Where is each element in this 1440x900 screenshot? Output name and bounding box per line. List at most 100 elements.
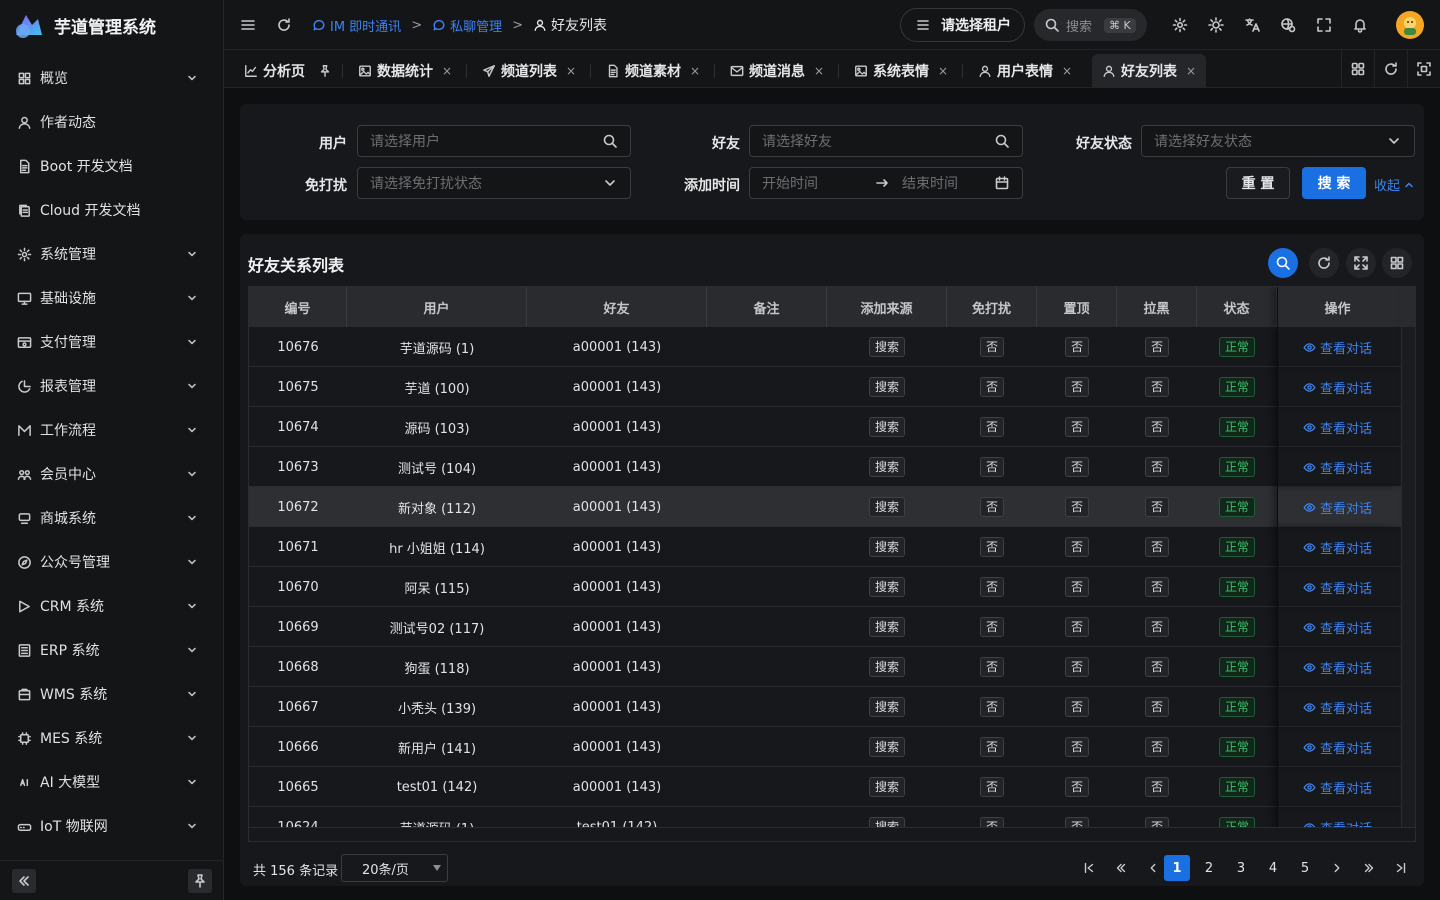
sidebar-item-1[interactable]: 作者动态 xyxy=(0,100,224,144)
sidebar-item-6[interactable]: 支付管理 xyxy=(0,320,224,364)
table-row[interactable]: 10672 新对象 (112) a00001 (143) 搜索 否 否 否 正常 查看对话 xyxy=(249,487,1401,527)
dnd-filter-select[interactable]: 请选择免打扰状态 xyxy=(357,167,631,199)
table-row[interactable]: 10669 测试号02 (117) a00001 (143) 搜索 否 否 否 正常 查看对话 xyxy=(249,607,1401,647)
pin-sidebar-button[interactable] xyxy=(188,869,212,893)
page-number-2[interactable]: 2 xyxy=(1196,855,1222,881)
table-row[interactable]: 10666 新用户 (141) a00001 (143) 搜索 否 否 否 正常 查看对话 xyxy=(249,727,1401,767)
table-row[interactable]: 10671 hr 小姐姐 (114) a00001 (143) 搜索 否 否 否 正常 查看对话 xyxy=(249,527,1401,567)
global-search[interactable]: 搜索 ⌘ K xyxy=(1034,9,1147,41)
sidebar-item-7[interactable]: 报表管理 xyxy=(0,364,224,408)
tab-3[interactable]: 频道素材 × xyxy=(596,54,710,88)
tab-close-button[interactable]: × xyxy=(814,64,824,78)
table-row[interactable]: 10667 小秃头 (139) a00001 (143) 搜索 否 否 否 正常 查看对话 xyxy=(249,687,1401,727)
first-page-button[interactable] xyxy=(1076,855,1102,881)
toggle-search-button[interactable] xyxy=(1268,248,1298,278)
table-row[interactable]: 10665 test01 (142) a00001 (143) 搜索 否 否 否 正常 查看对话 xyxy=(249,767,1401,807)
sidebar-item-10[interactable]: 商城系统 xyxy=(0,496,224,540)
sidebar-item-16[interactable]: AI 大模型 xyxy=(0,760,224,804)
tab-0[interactable]: 分析页 xyxy=(234,54,342,88)
view-conversation-link[interactable]: 查看对话 xyxy=(1303,738,1372,757)
table-row[interactable]: 10668 狗蛋 (118) a00001 (143) 搜索 否 否 否 正常 查看对话 xyxy=(249,647,1401,687)
page-number-3[interactable]: 3 xyxy=(1228,855,1254,881)
table-row[interactable]: 10676 芋道源码 (1) a00001 (143) 搜索 否 否 否 正常 查看对话 xyxy=(249,327,1401,367)
view-conversation-link[interactable]: 查看对话 xyxy=(1303,538,1372,557)
sidebar-item-13[interactable]: ERP 系统 xyxy=(0,628,224,672)
view-conversation-link[interactable]: 查看对话 xyxy=(1303,418,1372,437)
user-avatar[interactable] xyxy=(1396,11,1424,39)
tab-refresh-button[interactable] xyxy=(1374,50,1407,88)
end-time-placeholder[interactable]: 结束时间 xyxy=(894,173,994,193)
sidebar-item-8[interactable]: 工作流程 xyxy=(0,408,224,452)
pin-icon[interactable] xyxy=(318,64,332,78)
tab-1[interactable]: 数据统计 × xyxy=(348,54,462,88)
start-time-placeholder[interactable]: 开始时间 xyxy=(762,173,870,193)
table-row[interactable]: 10674 源码 (103) a00001 (143) 搜索 否 否 否 正常 查看对话 xyxy=(249,407,1401,447)
tab-close-button[interactable]: × xyxy=(690,64,700,78)
sidebar-item-12[interactable]: CRM 系统 xyxy=(0,584,224,628)
table-row[interactable]: 10670 阿呆 (115) a00001 (143) 搜索 否 否 否 正常 查看对话 xyxy=(249,567,1401,607)
table-refresh-button[interactable] xyxy=(1309,248,1339,278)
sidebar-item-4[interactable]: 系统管理 xyxy=(0,232,224,276)
view-conversation-link[interactable]: 查看对话 xyxy=(1303,818,1372,827)
reset-button[interactable]: 重 置 xyxy=(1226,167,1290,199)
table-row[interactable]: 10624 芋道源码 (1) test01 (142) 搜索 否 否 否 正常 查看对话 xyxy=(249,807,1401,827)
timezone-button[interactable] xyxy=(1276,13,1300,37)
user-filter-select[interactable]: 请选择用户 xyxy=(357,125,631,157)
view-conversation-link[interactable]: 查看对话 xyxy=(1303,618,1372,637)
view-conversation-link[interactable]: 查看对话 xyxy=(1303,338,1372,357)
sidebar-item-17[interactable]: IoT 物联网 xyxy=(0,804,224,848)
collapse-sidebar-button[interactable] xyxy=(12,869,36,893)
fullscreen-button[interactable] xyxy=(1312,13,1336,37)
tab-2[interactable]: 频道列表 × xyxy=(472,54,586,88)
view-conversation-link[interactable]: 查看对话 xyxy=(1303,458,1372,477)
breadcrumb-item-1[interactable]: 私聊管理 xyxy=(432,16,502,35)
sidebar-item-9[interactable]: 会员中心 xyxy=(0,452,224,496)
last-page-button[interactable] xyxy=(1388,855,1414,881)
view-conversation-link[interactable]: 查看对话 xyxy=(1303,378,1372,397)
page-number-1[interactable]: 1 xyxy=(1164,855,1190,881)
tab-4[interactable]: 频道消息 × xyxy=(720,54,834,88)
search-button[interactable]: 搜 索 xyxy=(1302,167,1366,199)
tab-6[interactable]: 用户表情 × xyxy=(968,54,1082,88)
sidebar-item-14[interactable]: WMS 系统 xyxy=(0,672,224,716)
view-conversation-link[interactable]: 查看对话 xyxy=(1303,498,1372,517)
add-time-range-picker[interactable]: 开始时间 结束时间 xyxy=(749,167,1023,199)
page-number-5[interactable]: 5 xyxy=(1292,855,1318,881)
next-page-button[interactable] xyxy=(1324,855,1350,881)
sidebar-item-5[interactable]: 基础设施 xyxy=(0,276,224,320)
page-number-4[interactable]: 4 xyxy=(1260,855,1286,881)
sidebar-item-15[interactable]: MES 系统 xyxy=(0,716,224,760)
sidebar-item-0[interactable]: 概览 xyxy=(0,56,224,100)
tab-close-button[interactable]: × xyxy=(442,64,452,78)
tab-close-button[interactable]: × xyxy=(938,64,948,78)
friend-filter-select[interactable]: 请选择好友 xyxy=(749,125,1023,157)
view-conversation-link[interactable]: 查看对话 xyxy=(1303,578,1372,597)
view-conversation-link[interactable]: 查看对话 xyxy=(1303,778,1372,797)
tab-close-button[interactable]: × xyxy=(1186,64,1196,78)
collapse-filters-link[interactable]: 收起 xyxy=(1374,175,1415,194)
column-settings-button[interactable] xyxy=(1382,248,1412,278)
breadcrumb-item-0[interactable]: IM 即时通讯 xyxy=(312,16,401,35)
friend-status-select[interactable]: 请选择好友状态 xyxy=(1141,125,1415,157)
prev-group-button[interactable] xyxy=(1108,855,1134,881)
view-conversation-link[interactable]: 查看对话 xyxy=(1303,658,1372,677)
prev-page-button[interactable] xyxy=(1140,855,1166,881)
tenant-select[interactable]: 请选择租户 xyxy=(900,8,1025,42)
app-logo[interactable]: 芋道管理系统 xyxy=(12,10,156,40)
tab-close-button[interactable]: × xyxy=(1062,64,1072,78)
horizontal-scrollbar[interactable] xyxy=(249,827,1415,841)
refresh-button[interactable] xyxy=(272,13,296,37)
tab-menu-button[interactable] xyxy=(1341,50,1374,88)
table-row[interactable]: 10675 芋道 (100) a00001 (143) 搜索 否 否 否 正常 查看对话 xyxy=(249,367,1401,407)
table-fullscreen-button[interactable] xyxy=(1346,248,1376,278)
settings-button[interactable] xyxy=(1168,13,1192,37)
view-conversation-link[interactable]: 查看对话 xyxy=(1303,698,1372,717)
tab-close-button[interactable]: × xyxy=(566,64,576,78)
notifications-button[interactable] xyxy=(1348,13,1372,37)
theme-toggle-button[interactable] xyxy=(1204,13,1228,37)
sidebar-item-2[interactable]: Boot 开发文档 xyxy=(0,144,224,188)
next-group-button[interactable] xyxy=(1356,855,1382,881)
sidebar-item-11[interactable]: 公众号管理 xyxy=(0,540,224,584)
vertical-scrollbar[interactable] xyxy=(1401,327,1415,827)
tab-maximize-button[interactable] xyxy=(1407,50,1440,88)
